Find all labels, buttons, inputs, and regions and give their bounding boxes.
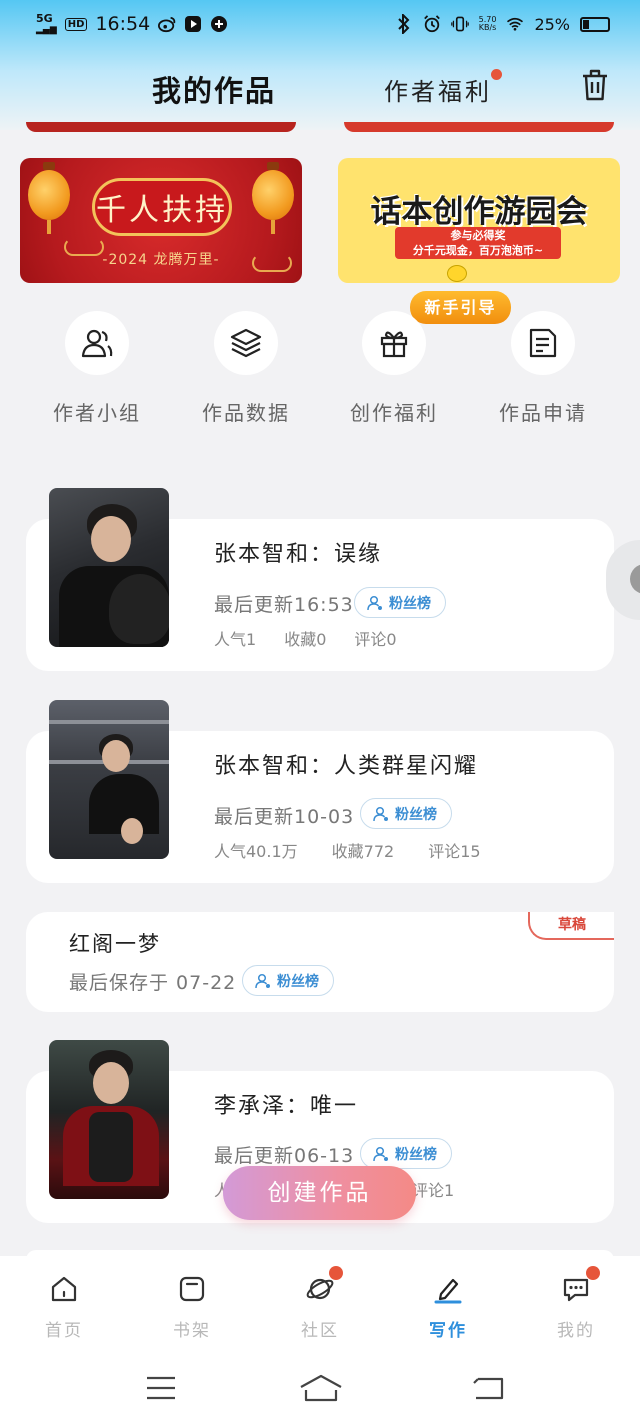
clock: 16:54 <box>95 13 151 35</box>
work-last-updated: 最后更新16:53 <box>214 594 354 616</box>
banner-main-text: 话本创作游园会 <box>370 194 588 230</box>
banner-creation-carnival[interactable]: 话本创作游园会 参与必得奖 分千元现金，百万泡泡币~ <box>338 158 620 283</box>
menu-icon[interactable] <box>145 1375 177 1401</box>
battery-icon <box>580 16 610 32</box>
banner-reward-tag: 参与必得奖 分千元现金，百万泡泡币~ <box>395 227 561 259</box>
nav-bookshelf[interactable]: 书架 <box>152 1274 232 1341</box>
pen-icon <box>434 1278 462 1304</box>
quick-action-author-group[interactable]: 作者小组 <box>37 311 157 426</box>
lantern-icon <box>28 162 70 234</box>
tab-my-works[interactable]: 我的作品 <box>152 68 276 110</box>
gift-icon <box>380 331 408 358</box>
draft-work-card[interactable] <box>26 912 614 1012</box>
previous-banner-edge <box>26 122 296 132</box>
document-icon <box>529 328 557 358</box>
home-icon <box>51 1276 77 1302</box>
quick-action-creation-welfare[interactable]: 创作福利 <box>334 311 454 426</box>
lantern-icon <box>252 162 294 234</box>
draft-badge: 草稿 <box>528 912 614 940</box>
layers-icon <box>230 328 262 358</box>
tab-author-welfare[interactable]: 作者福利 <box>384 72 492 107</box>
banner-main-text: 千人扶持 <box>92 178 232 236</box>
welfare-notification-dot <box>491 69 502 80</box>
chat-bubble-icon <box>563 1278 589 1302</box>
status-bar: 5G ▂▄▆ HD 16:54 5.70 KB/s 25% <box>0 0 640 48</box>
quick-action-work-application[interactable]: 作品申请 <box>483 311 603 426</box>
fan-ranking-button[interactable]: 粉丝榜 <box>242 965 334 996</box>
fan-ranking-button[interactable]: 粉丝榜 <box>360 1138 452 1169</box>
network-speed: 5.70 KB/s <box>478 15 497 32</box>
wifi-icon <box>506 15 524 33</box>
mascot-icon <box>447 265 467 282</box>
fan-ranking-button[interactable]: 粉丝榜 <box>360 798 452 829</box>
work-stats: 人气40.1万 收藏772 评论15 <box>214 842 481 861</box>
bookshelf-icon <box>179 1276 205 1302</box>
work-last-updated: 最后更新10-03 <box>214 806 355 828</box>
alarm-icon <box>423 15 441 33</box>
battery-percent: 25% <box>534 14 570 34</box>
create-work-button[interactable]: 创建作品 <box>223 1166 416 1220</box>
work-title: 李承泽：唯一 <box>214 1094 359 1119</box>
banner-thousand-support[interactable]: 千人扶持 -2024 龙腾万里- <box>20 158 302 283</box>
work-title: 张本智和：误缘 <box>214 542 383 567</box>
work-cover-image[interactable] <box>49 488 169 647</box>
nav-home[interactable]: 首页 <box>24 1274 104 1341</box>
nav-me[interactable]: 我的 <box>536 1266 616 1341</box>
user-icon <box>367 595 382 610</box>
hd-badge: HD <box>64 17 88 31</box>
banner-sub-text: -2024 龙腾万里- <box>102 252 220 268</box>
work-stats-right: 评论1 <box>412 1181 455 1200</box>
previous-banner-edge <box>344 122 614 132</box>
user-icon <box>373 806 388 821</box>
work-last-saved: 最后保存于 07-22 <box>69 972 237 994</box>
top-tabs: 我的作品 作者福利 <box>0 58 640 118</box>
home-button-icon[interactable] <box>299 1373 343 1403</box>
work-cover-image[interactable] <box>49 700 169 859</box>
trash-icon[interactable] <box>580 68 610 102</box>
fan-ranking-button[interactable]: 粉丝榜 <box>354 587 446 618</box>
work-title: 红阁一梦 <box>69 932 161 956</box>
bluetooth-icon <box>395 14 413 34</box>
work-title: 张本智和：人类群星闪耀 <box>214 754 479 779</box>
system-navigation-bar <box>0 1365 640 1415</box>
work-last-updated: 最后更新06-13 <box>214 1145 355 1167</box>
vibrate-icon <box>450 15 469 33</box>
users-icon <box>81 329 113 358</box>
app-notification-icon <box>210 15 228 33</box>
back-icon[interactable] <box>472 1375 504 1401</box>
quick-action-work-data[interactable]: 作品数据 <box>186 311 306 426</box>
planet-icon <box>306 1278 334 1300</box>
user-icon <box>255 973 270 988</box>
community-notification-dot <box>329 1266 343 1280</box>
nav-community[interactable]: 社区 <box>280 1266 360 1341</box>
user-icon <box>373 1146 388 1161</box>
signal-icon: 5G ▂▄▆ <box>36 11 57 35</box>
work-cover-image[interactable] <box>49 1040 169 1199</box>
nav-write[interactable]: 写作 <box>408 1274 488 1341</box>
profile-notification-dot <box>586 1266 600 1280</box>
video-app-icon <box>184 15 202 33</box>
work-stats: 人气1 收藏0 评论0 <box>214 630 397 649</box>
weibo-icon <box>158 15 176 33</box>
